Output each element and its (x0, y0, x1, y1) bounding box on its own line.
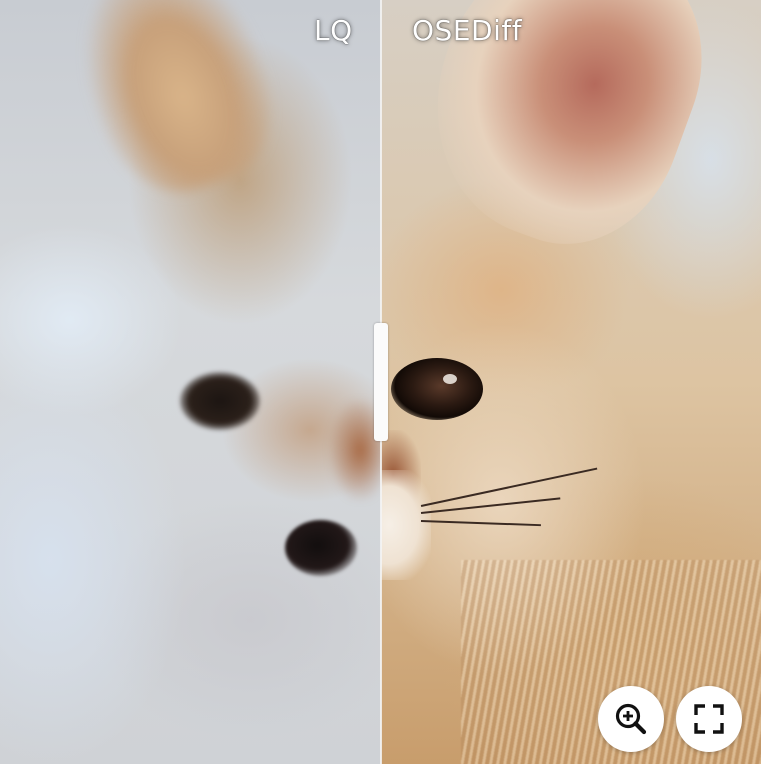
fullscreen-icon (694, 704, 724, 734)
fox-eye-glint (443, 374, 457, 384)
fox-whisker (420, 467, 598, 507)
image-comparison-viewer[interactable]: LQ OSEDiff (0, 0, 761, 764)
fullscreen-button[interactable] (676, 686, 742, 752)
slider-handle[interactable] (374, 323, 388, 441)
zoom-button[interactable] (598, 686, 664, 752)
lq-label: LQ (314, 14, 353, 47)
osediff-label: OSEDiff (412, 14, 523, 47)
osediff-image (381, 0, 761, 764)
zoom-in-icon (615, 703, 647, 735)
fox-muzzle (381, 470, 431, 580)
fox-ear (55, 0, 295, 213)
lq-image (0, 0, 381, 764)
fox-whisker (420, 520, 541, 526)
fox-nose (285, 520, 357, 576)
fox-eye (180, 372, 260, 430)
fox-eye (391, 358, 483, 420)
